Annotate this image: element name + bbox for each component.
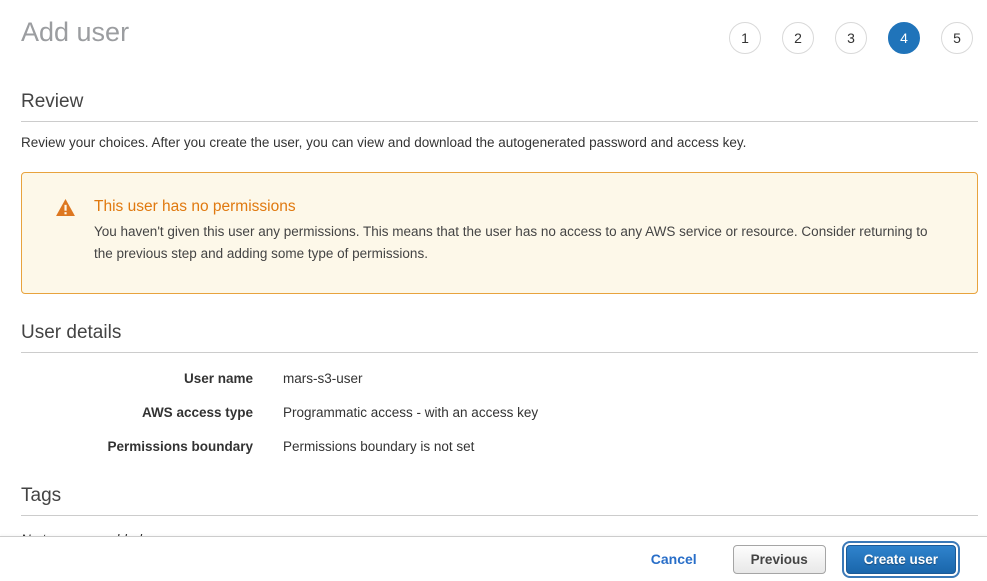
step-4-active[interactable]: 4: [888, 22, 920, 54]
table-row: User name mars-s3-user: [21, 370, 978, 387]
user-details-table: User name mars-s3-user AWS access type P…: [21, 370, 978, 455]
permissions-boundary-label: Permissions boundary: [21, 438, 253, 455]
step-5[interactable]: 5: [941, 22, 973, 54]
user-name-label: User name: [21, 370, 253, 387]
cancel-link[interactable]: Cancel: [651, 551, 697, 567]
user-name-value: mars-s3-user: [283, 370, 363, 387]
review-description: Review your choices. After you create th…: [21, 134, 978, 152]
warning-triangle-icon: [56, 197, 94, 267]
wizard-body: Review Review your choices. After you cr…: [0, 90, 987, 547]
warning-body: You haven't given this user any permissi…: [94, 221, 950, 264]
table-row: AWS access type Programmatic access - wi…: [21, 404, 978, 421]
table-row: Permissions boundary Permissions boundar…: [21, 438, 978, 455]
wizard-footer: Cancel Previous Create user: [0, 536, 987, 581]
user-details-heading: User details: [21, 321, 978, 345]
create-user-button[interactable]: Create user: [846, 545, 956, 574]
step-indicator: 1 2 3 4 5: [729, 22, 973, 54]
permissions-boundary-value: Permissions boundary is not set: [283, 438, 474, 455]
review-divider: [21, 121, 978, 122]
warning-text-block: This user has no permissions You haven't…: [94, 197, 950, 267]
previous-button[interactable]: Previous: [733, 545, 826, 574]
aws-access-type-label: AWS access type: [21, 404, 253, 421]
no-permissions-warning-banner: This user has no permissions You haven't…: [21, 172, 978, 294]
tags-divider: [21, 515, 978, 516]
step-1[interactable]: 1: [729, 22, 761, 54]
warning-title: This user has no permissions: [94, 197, 950, 217]
step-2[interactable]: 2: [782, 22, 814, 54]
tags-heading: Tags: [21, 484, 978, 508]
wizard-header: Add user 1 2 3 4 5: [0, 0, 987, 54]
aws-access-type-value: Programmatic access - with an access key: [283, 404, 538, 421]
user-details-divider: [21, 352, 978, 353]
review-heading: Review: [21, 90, 978, 114]
page-title: Add user: [21, 15, 129, 49]
step-3[interactable]: 3: [835, 22, 867, 54]
